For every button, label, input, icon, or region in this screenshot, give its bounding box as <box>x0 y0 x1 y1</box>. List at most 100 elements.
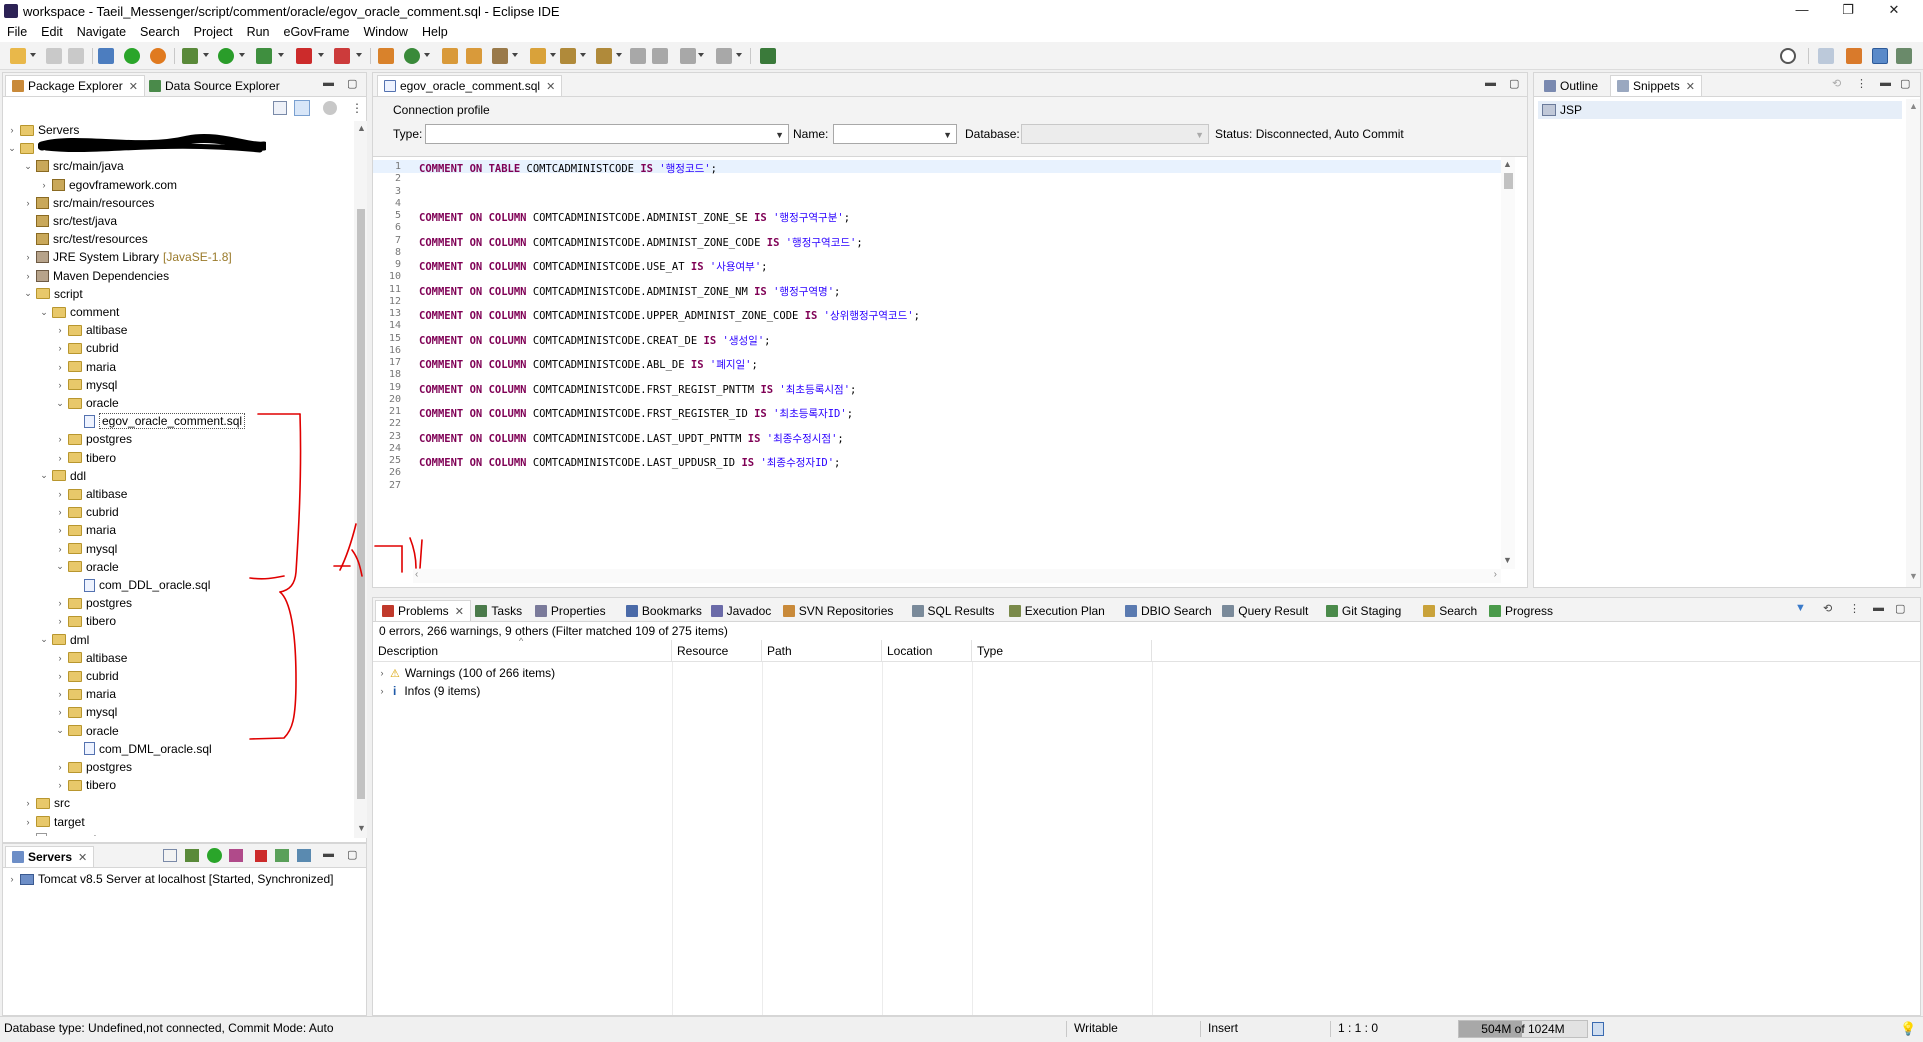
menu-edit[interactable]: Edit <box>34 25 70 39</box>
more-options-icon[interactable]: ⋮ <box>1849 602 1860 615</box>
scroll-down-icon[interactable]: ▼ <box>1909 571 1918 581</box>
expand-icon[interactable]: › <box>55 544 65 554</box>
save-all-icon[interactable] <box>68 48 84 64</box>
minimize-view-icon[interactable]: ▬ <box>323 848 334 860</box>
collapse-icon[interactable]: ⌄ <box>23 161 33 172</box>
tree-item[interactable]: › egovframework.com <box>7 176 178 194</box>
insert-mode-status[interactable]: Insert <box>1208 1017 1238 1039</box>
egov-perspective-icon[interactable] <box>1872 48 1888 64</box>
tab-package-explorer[interactable]: Package Explorer ✕ <box>5 75 145 96</box>
expand-icon[interactable]: › <box>55 489 65 499</box>
expand-icon[interactable]: › <box>55 380 65 390</box>
refresh-icon[interactable] <box>150 48 166 64</box>
tab-outline[interactable]: Outline <box>1538 75 1604 96</box>
view-menu-icon[interactable] <box>323 101 337 115</box>
column-type[interactable]: Type <box>972 640 1152 662</box>
tree-item[interactable]: ⌄ oracle <box>7 722 118 740</box>
minimize-view-icon[interactable]: ▬ <box>1880 77 1891 89</box>
tab-bookmarks[interactable]: Bookmarks <box>620 600 708 621</box>
back-icon[interactable] <box>680 48 696 64</box>
scroll-up-icon[interactable]: ▲ <box>357 123 366 133</box>
tree-item[interactable]: ⌄ script <box>7 285 82 303</box>
database-perspective-icon[interactable] <box>1896 48 1912 64</box>
tree-item[interactable]: src/test/resources <box>7 230 148 248</box>
menu-search[interactable]: Search <box>133 25 187 39</box>
maximize-view-icon[interactable]: ▢ <box>1895 602 1905 615</box>
collapse-icon[interactable]: ⌄ <box>39 634 49 645</box>
collapse-icon[interactable]: ⌄ <box>39 307 49 318</box>
tab-svn-repositories[interactable]: SVN Repositories <box>777 600 900 621</box>
tab-git-staging[interactable]: Git Staging <box>1320 600 1407 621</box>
profile-server-icon[interactable] <box>229 849 243 862</box>
expand-icon[interactable]: › <box>39 180 49 190</box>
collapse-all-icon[interactable] <box>273 101 287 115</box>
tab-data-source-explorer[interactable]: Data Source Explorer <box>143 75 286 96</box>
last-edit-icon[interactable] <box>630 48 646 64</box>
tree-item[interactable]: › maria <box>7 685 117 703</box>
more-options-icon[interactable]: ⋮ <box>1856 77 1867 90</box>
tab-sql-results[interactable]: SQL Results <box>906 600 1001 621</box>
expand-icon[interactable]: › <box>7 874 17 884</box>
tab-egov-oracle-comment[interactable]: egov_oracle_comment.sql ✕ <box>377 75 563 96</box>
code-area[interactable]: 1 COMMENT ON TABLE COMTCADMINISTCODE IS '… <box>373 157 1501 569</box>
expand-icon[interactable]: › <box>55 525 65 535</box>
column-location[interactable]: Location <box>882 640 972 662</box>
menu-window[interactable]: Window <box>357 25 415 39</box>
tab-execution-plan[interactable]: Execution Plan <box>1003 600 1111 621</box>
tree-item[interactable]: egov_oracle_comment.sql <box>7 412 246 430</box>
server-item[interactable]: › Tomcat v8.5 Server at localhost [Start… <box>7 870 334 888</box>
expand-icon[interactable]: › <box>55 507 65 517</box>
tree-item[interactable]: › tibero <box>7 612 117 630</box>
close-icon[interactable]: ✕ <box>1686 80 1695 93</box>
menu-navigate[interactable]: Navigate <box>70 25 133 39</box>
menu-file[interactable]: File <box>0 25 34 39</box>
expand-icon[interactable]: › <box>55 780 65 790</box>
snippet-category-jsp[interactable]: JSP <box>1538 101 1902 119</box>
next-annotation-icon[interactable] <box>560 48 576 64</box>
tree-item[interactable]: › cubrid <box>7 667 119 685</box>
tree-item[interactable]: › cubrid <box>7 339 119 357</box>
editor-vertical-scrollbar[interactable]: ▲ ▼ <box>1501 157 1515 569</box>
filter-icon[interactable]: ▼ <box>1795 602 1806 614</box>
tree-item[interactable]: › mysql <box>7 376 118 394</box>
tree-item[interactable]: ⌄ ddl <box>7 467 86 485</box>
search-tool-icon[interactable] <box>492 48 508 64</box>
open-console-icon[interactable] <box>98 48 114 64</box>
expand-icon[interactable]: › <box>23 817 33 827</box>
tree-item[interactable]: › target <box>7 813 85 831</box>
minimize-view-icon[interactable]: ▬ <box>1485 77 1496 89</box>
forward-icon[interactable] <box>716 48 732 64</box>
annotation-icon[interactable] <box>530 48 546 64</box>
external-tools-icon[interactable] <box>334 48 350 64</box>
tab-search[interactable]: Search <box>1417 600 1483 621</box>
publish-icon[interactable] <box>275 849 289 862</box>
name-select[interactable]: ▼ <box>833 124 957 144</box>
tree-item[interactable]: › altibase <box>7 649 128 667</box>
view-menu-icon[interactable]: ⟲ <box>1823 602 1832 615</box>
expand-icon[interactable]: › <box>55 689 65 699</box>
new-java-project-icon[interactable] <box>378 48 394 64</box>
tree-item[interactable]: › postgres <box>7 594 133 612</box>
collapse-icon[interactable]: ⌄ <box>55 398 65 409</box>
tree-item[interactable]: › src <box>7 794 71 812</box>
prev-annotation-icon[interactable] <box>596 48 612 64</box>
expand-icon[interactable]: › <box>55 762 65 772</box>
tree-item[interactable]: › tibero <box>7 776 117 794</box>
expand-icon[interactable]: › <box>23 271 33 281</box>
tree-item[interactable]: › altibase <box>7 321 128 339</box>
tab-javadoc[interactable]: Javadoc <box>705 600 778 621</box>
garbage-collect-icon[interactable] <box>1592 1022 1604 1036</box>
tree-item[interactable]: › mysql <box>7 540 118 558</box>
scroll-down-icon[interactable]: ▼ <box>1503 555 1512 565</box>
tree-item[interactable]: › maria <box>7 521 117 539</box>
snippets-scrollbar[interactable]: ▲ ▼ <box>1906 99 1920 587</box>
collapse-icon[interactable]: ⌄ <box>55 561 65 572</box>
tree-item[interactable]: ⌄ dml <box>7 631 89 649</box>
scroll-right-icon[interactable]: › <box>1494 569 1497 580</box>
pin-editor-icon[interactable] <box>760 48 776 64</box>
maximize-button[interactable]: ❐ <box>1825 0 1871 22</box>
tree-item[interactable]: › altibase <box>7 485 128 503</box>
close-icon[interactable]: ✕ <box>78 851 87 864</box>
maximize-view-icon[interactable]: ▢ <box>347 77 357 90</box>
expand-icon[interactable]: › <box>55 598 65 608</box>
